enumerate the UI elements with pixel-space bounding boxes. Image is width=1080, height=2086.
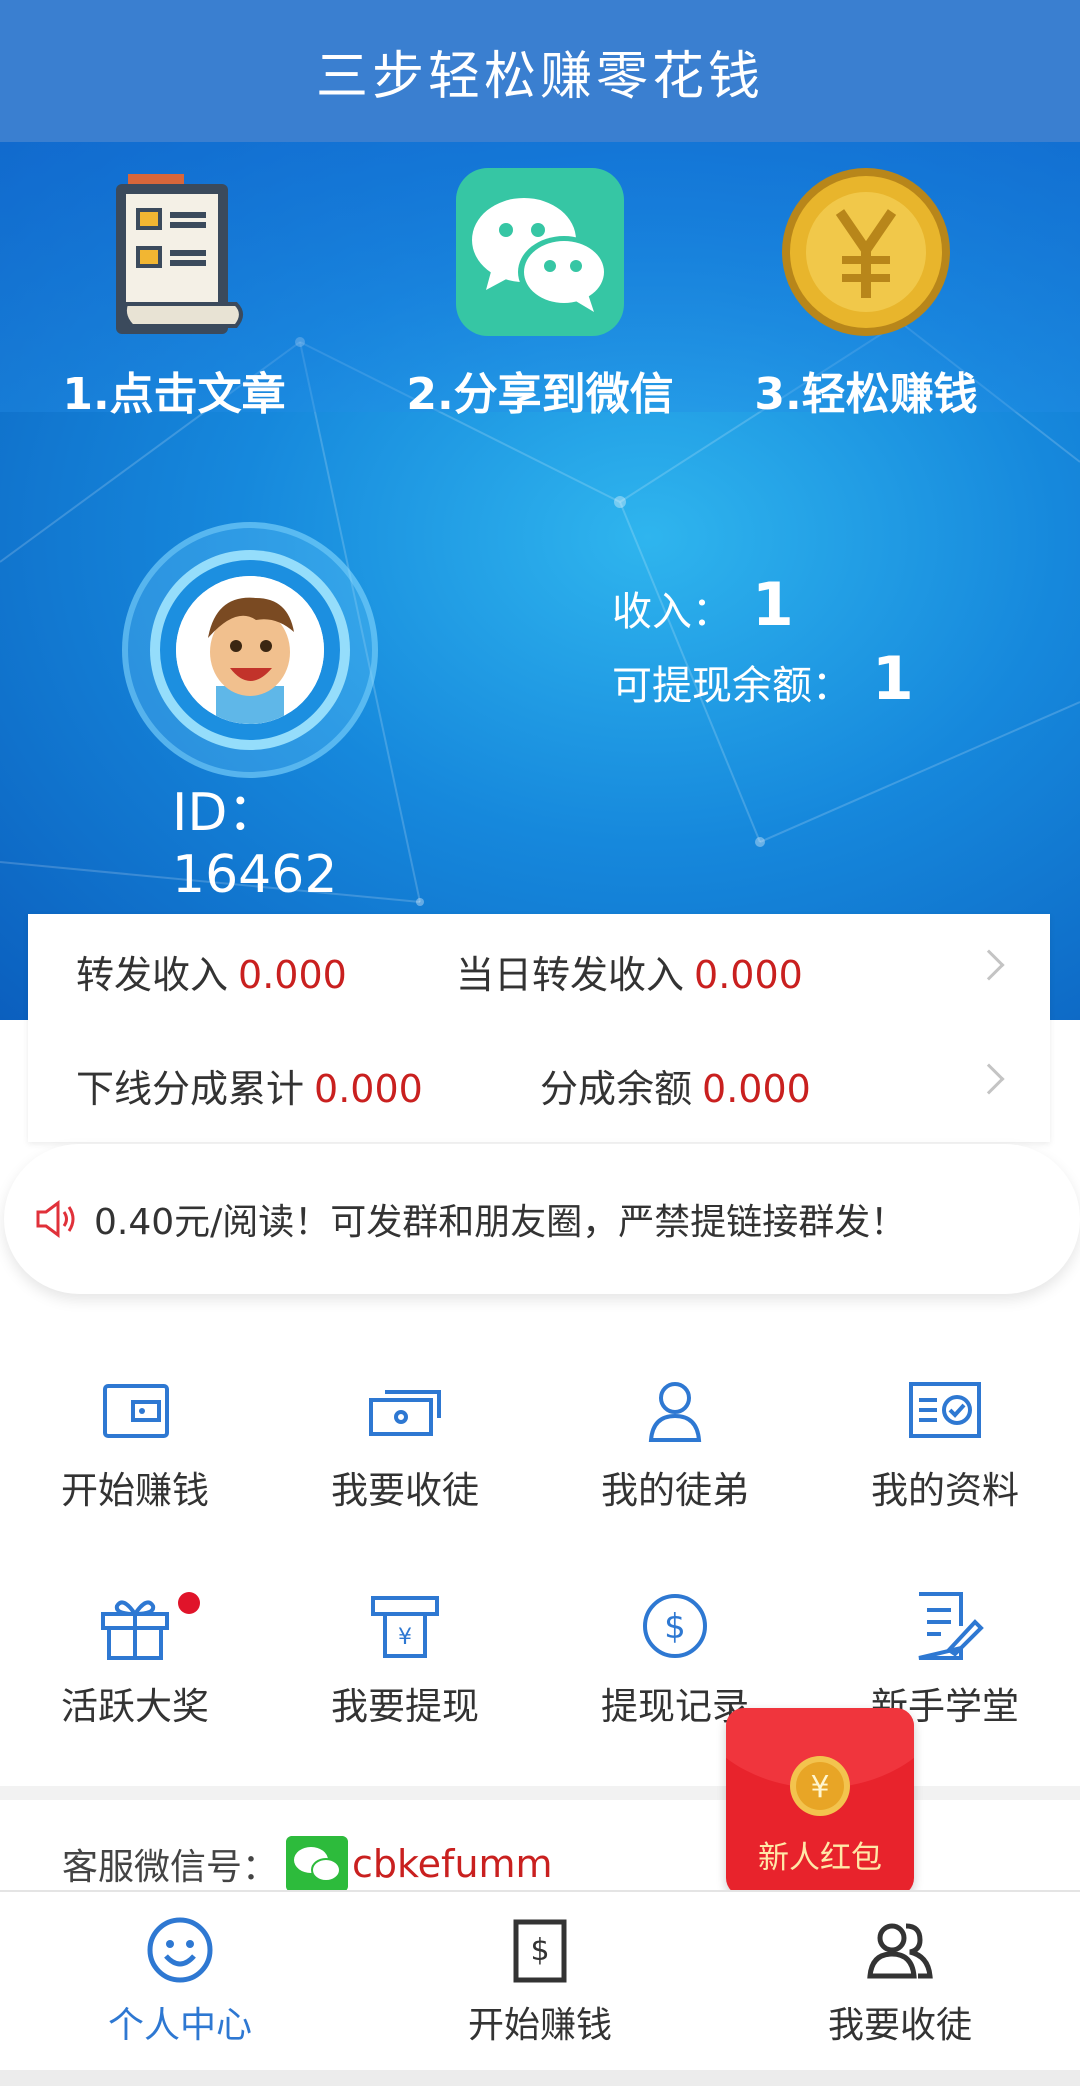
service-wechat-id[interactable]: cbkefumm [352,1842,553,1886]
menu-item-my-profile[interactable]: 我的资料 [810,1340,1080,1540]
user-id: ID： 16462 [172,782,337,906]
income-panel: 收入： 1 可提现余额： 1 [612,570,914,718]
nav-tab-recruit[interactable]: 我要收徒 [720,1914,1080,2048]
downline-total-label: 下线分成累计 [76,1066,305,1111]
service-label: 客服微信号： [62,1847,279,1888]
notification-dot [178,1592,200,1614]
wallet-icon [103,1384,169,1438]
svg-text:¥: ¥ [810,1770,829,1805]
menu-label: 活跃大奖 [61,1685,209,1728]
new-user-red-envelope-button[interactable]: ¥ 新人红包 [726,1708,914,1896]
nav-label: 个人中心 [107,2005,252,2046]
wechat-icon [456,168,624,336]
svg-text:¥: ¥ [398,1625,412,1650]
menu-label: 开始赚钱 [61,1469,209,1512]
svg-text:$: $ [664,1607,686,1647]
menu-label: 我要收徒 [331,1469,479,1512]
notice-text: 0.40元/阅读！可发群和朋友圈，严禁提链接群发！ [94,1202,907,1243]
nav-tab-start-earning[interactable]: $ 开始赚钱 [360,1914,720,2048]
step-2-label: 2.分享到微信 [406,369,674,420]
menu-item-start-earning[interactable]: 开始赚钱 [0,1340,270,1540]
note-pen-icon [918,1592,984,1660]
user-id-value: 16462 [172,845,338,905]
system-bottom-strip [0,2070,1080,2086]
forward-income-label: 转发收入 [76,952,229,997]
daily-forward-value: 0.000 [694,952,803,997]
stats-row-forward[interactable]: 转发收入 0.000 当日转发收入 0.000 [28,914,1050,1028]
yuan-coin-icon [782,168,950,336]
menu-item-recruit[interactable]: 我要收徒 [270,1340,540,1540]
share-balance-value: 0.000 [702,1066,811,1111]
gift-icon [101,1600,169,1660]
hero-banner: 1.点击文章 2.分享到微信 3.轻松赚钱 收入： 1 可提现余额： 1 ID：… [0,142,1080,1020]
chevron-right-icon [973,1063,1005,1095]
menu-item-active-prize[interactable]: 活跃大奖 [0,1556,270,1756]
user-icon [648,1382,702,1442]
nav-tab-personal-center[interactable]: 个人中心 [0,1914,360,2048]
dollar-circle-icon: $ [643,1594,707,1658]
atm-withdraw-icon: ¥ [371,1596,439,1658]
page-title: 三步轻松赚零花钱 [315,46,764,107]
section-divider [0,1786,1080,1800]
menu-label: 我的资料 [871,1469,1019,1512]
menu-item-withdraw[interactable]: ¥ 我要提现 [270,1556,540,1756]
cash-icon [369,1390,441,1436]
app-screen: 三步轻松赚零花钱 1.点击文章 2.分享到微信 3.轻松赚钱 收入： 1 可提现… [0,0,1080,2086]
share-balance: 分成余额 0.000 [540,1058,811,1113]
speaker-icon [36,1200,75,1238]
downline-total: 下线分成累计 0.000 [76,1058,423,1113]
balance-value: 1 [872,644,914,714]
yuan-coin-icon: ¥ [790,1756,850,1816]
balance-label: 可提现余额： [612,663,852,709]
income-value: 1 [752,570,794,640]
red-envelope-label: 新人红包 [758,1840,882,1876]
stats-row-downline[interactable]: 下线分成累计 0.000 分成余额 0.000 [28,1028,1050,1142]
nav-label: 开始赚钱 [467,2005,612,2046]
top-bar: 三步轻松赚零花钱 [0,0,1080,142]
customer-service: 客服微信号： cbkefumm [62,1836,553,1892]
steps-band: 1.点击文章 2.分享到微信 3.轻松赚钱 [0,142,1080,420]
step-1[interactable]: 1.点击文章 [24,164,324,422]
nav-label: 我要收徒 [827,2005,972,2046]
svg-text:$: $ [530,1933,549,1968]
step-1-label: 1.点击文章 [62,369,286,420]
menu-label: 我的徒弟 [601,1469,749,1512]
chevron-right-icon [973,949,1005,981]
downline-total-value: 0.000 [314,1066,423,1111]
income-label: 收入： [612,589,732,635]
bottom-navigation: 个人中心 $ 开始赚钱 我要收徒 [0,1890,1080,2086]
profile-card-icon [909,1382,981,1438]
users-icon [867,1923,933,1979]
user-id-label: ID： [172,783,280,843]
forward-income-value: 0.000 [238,952,347,997]
share-balance-label: 分成余额 [540,1066,693,1111]
earnings-stats-card: 转发收入 0.000 当日转发收入 0.000 下线分成累计 0.000 分成余额 0.… [28,914,1050,1142]
smile-icon [147,1917,213,1983]
daily-forward-label: 当日转发收入 [456,952,685,997]
daily-forward-income: 当日转发收入 0.000 [456,944,803,999]
dollar-card-icon: $ [513,1919,567,1983]
step-3[interactable]: 3.轻松赚钱 [716,164,1016,422]
menu-label: 我要提现 [331,1685,479,1728]
step-2[interactable]: 2.分享到微信 [390,164,690,422]
avatar[interactable] [176,576,324,724]
avatar-ring [122,522,378,778]
wechat-icon [286,1836,349,1892]
step-3-label: 3.轻松赚钱 [754,369,978,420]
forward-income: 转发收入 0.000 [76,944,347,999]
notice-bar[interactable]: 0.40元/阅读！可发群和朋友圈，严禁提链接群发！ [4,1144,1080,1294]
menu-item-my-apprentices[interactable]: 我的徒弟 [540,1340,810,1540]
document-list-icon [116,174,243,334]
cartoon-face-icon [176,576,324,724]
